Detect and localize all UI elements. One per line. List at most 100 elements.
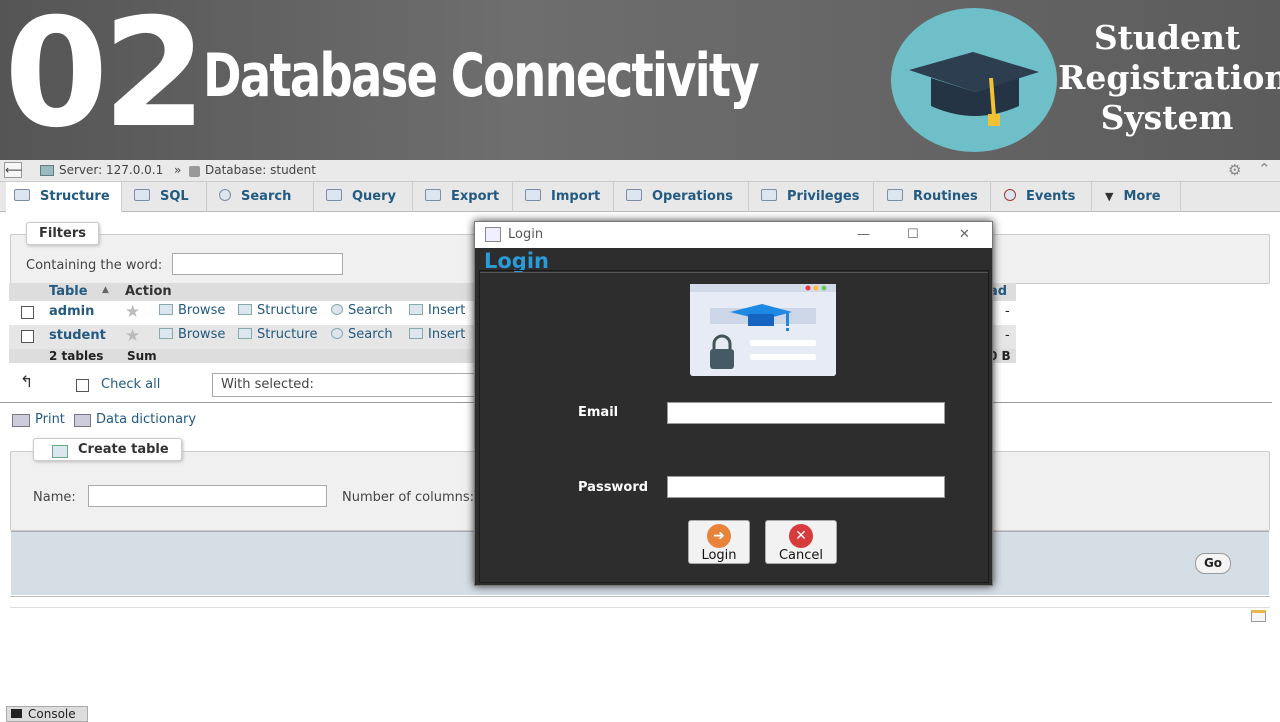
tab-label: SQL (160, 189, 189, 204)
containing-input[interactable] (172, 253, 343, 275)
tab-events[interactable]: Events (996, 182, 1092, 212)
clock-icon (1004, 189, 1016, 201)
check-all-checkbox[interactable] (76, 379, 89, 392)
graduation-cap-icon (909, 52, 1039, 126)
logo-line-2: Registration (1058, 58, 1280, 97)
cancel-button-label: Cancel (778, 548, 824, 563)
print-icon (12, 414, 30, 427)
table-name-input[interactable] (88, 485, 327, 507)
action-label: Browse (178, 303, 226, 318)
go-button[interactable]: Go (1195, 553, 1231, 574)
cancel-x-icon: ✕ (789, 524, 813, 548)
tab-label: Events (1026, 189, 1076, 204)
tab-label: Routines (913, 189, 978, 204)
breadcrumb-database[interactable]: Database: student (205, 163, 316, 177)
password-field[interactable] (667, 476, 945, 498)
table-name-link[interactable]: admin (49, 304, 94, 319)
tab-label: Operations (652, 189, 733, 204)
login-dialog: Login — ☐ ✕ Login Email Password ➜ Login (474, 221, 993, 586)
tab-label: Privileges (787, 189, 860, 204)
structure-icon (14, 189, 30, 201)
create-table-label: Create table (78, 442, 169, 457)
import-icon (525, 189, 541, 201)
login-illustration (690, 284, 836, 376)
structure-link[interactable]: Structure (238, 327, 317, 342)
browse-link[interactable]: Browse (159, 303, 225, 318)
table-column-header[interactable]: Table (49, 284, 88, 299)
arrow-right-icon: ➜ (707, 524, 731, 548)
tab-export[interactable]: Export (417, 182, 513, 212)
logo-line-1: Student (1093, 18, 1241, 57)
console-icon (11, 709, 22, 718)
insert-icon (409, 328, 423, 339)
sql-icon (134, 189, 150, 201)
row-checkbox[interactable] (21, 330, 34, 343)
print-link[interactable]: Print (35, 412, 65, 427)
collapse-icon[interactable]: ⌃ (1258, 160, 1271, 178)
tab-privileges[interactable]: Privileges (753, 182, 874, 212)
tab-sql[interactable]: SQL (126, 182, 207, 212)
breadcrumb-separator: » (174, 163, 182, 177)
insert-link[interactable]: Insert (409, 327, 465, 342)
create-table-icon (52, 445, 68, 458)
email-field[interactable] (667, 402, 945, 424)
database-icon (189, 166, 200, 177)
structure-link[interactable]: Structure (238, 303, 317, 318)
sort-asc-icon[interactable]: ▲ (102, 285, 109, 295)
tab-label: Import (551, 189, 601, 204)
gear-icon[interactable]: ⚙ (1228, 161, 1241, 179)
overhead-value: - (1005, 328, 1010, 343)
tab-operations[interactable]: Operations (618, 182, 749, 212)
insert-icon (409, 304, 423, 315)
row-checkbox[interactable] (21, 306, 34, 319)
search-link[interactable]: Search (331, 303, 393, 318)
search-icon (331, 328, 343, 339)
episode-title: Database Connectivity (203, 41, 760, 111)
tab-more[interactable]: ▼ More (1097, 182, 1181, 212)
minimize-icon[interactable]: — (857, 222, 870, 248)
table-name-label: Name: (33, 490, 76, 505)
structure-icon (238, 304, 252, 315)
login-button[interactable]: ➜ Login (688, 520, 750, 564)
password-label: Password (578, 480, 649, 495)
search-icon (219, 189, 231, 201)
favorite-star-icon[interactable]: ★ (125, 304, 140, 321)
close-icon[interactable]: ✕ (959, 222, 970, 248)
columns-label: Number of columns: (342, 490, 475, 505)
overhead-value: - (1005, 304, 1010, 319)
action-label: Search (348, 327, 393, 342)
check-all-label[interactable]: Check all (101, 377, 160, 392)
action-label: Browse (178, 327, 226, 342)
tab-import[interactable]: Import (517, 182, 614, 212)
page-settings-icon[interactable] (1251, 610, 1266, 622)
back-arrow-icon[interactable]: ⟵ (4, 162, 22, 178)
tab-structure[interactable]: Structure (6, 182, 122, 212)
breadcrumb-bar: ⟵ Server: 127.0.0.1 » Database: student … (0, 160, 1280, 182)
action-column-header: Action (125, 284, 172, 299)
with-selected-select[interactable]: With selected: (212, 373, 477, 397)
insert-link[interactable]: Insert (409, 303, 465, 318)
browse-link[interactable]: Browse (159, 327, 225, 342)
maximize-icon[interactable]: ☐ (907, 222, 919, 248)
chevron-down-icon: ▼ (1105, 190, 1114, 203)
action-label: Insert (428, 303, 466, 318)
divider (10, 596, 1270, 597)
favorite-star-icon[interactable]: ★ (125, 328, 140, 345)
with-selected-value: With selected: (221, 377, 314, 392)
breadcrumb-server[interactable]: Server: 127.0.0.1 (59, 163, 163, 177)
query-icon (326, 189, 342, 201)
data-dictionary-link[interactable]: Data dictionary (96, 412, 196, 427)
console-label: Console (28, 707, 76, 721)
tab-search[interactable]: Search (211, 182, 314, 212)
browse-icon (159, 304, 173, 315)
table-name-link[interactable]: student (49, 328, 106, 343)
tab-routines[interactable]: Routines (879, 182, 991, 212)
search-link[interactable]: Search (331, 327, 393, 342)
tab-label: Structure (40, 189, 110, 204)
arrow-up-left-icon: ↰ (20, 372, 34, 391)
action-label: Search (348, 303, 393, 318)
cancel-button[interactable]: ✕ Cancel (765, 520, 837, 564)
logo-text: Student Registration System (1058, 18, 1280, 138)
tab-query[interactable]: Query (318, 182, 413, 212)
dialog-titlebar[interactable]: Login — ☐ ✕ (475, 222, 992, 248)
